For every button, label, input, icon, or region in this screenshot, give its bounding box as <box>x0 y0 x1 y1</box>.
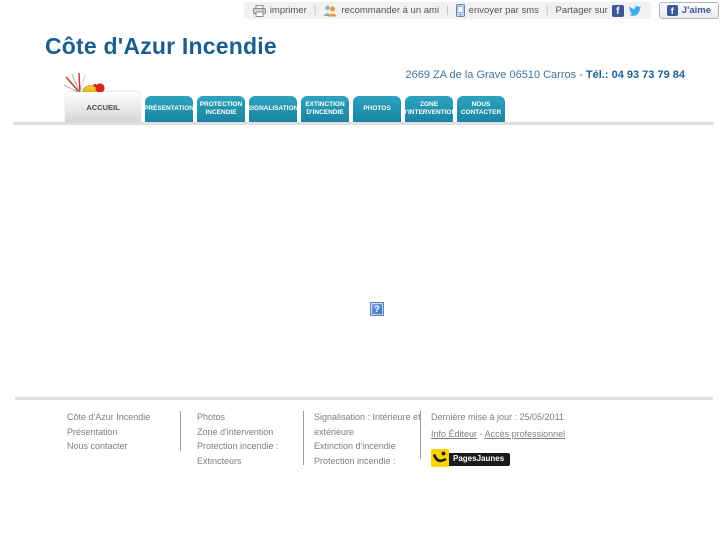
tab-signalisation[interactable]: SIGNALISATION <box>249 96 297 122</box>
last-update-text: Dernière mise à jour : 25/05/2011 <box>431 410 621 425</box>
footer-legal-links: Info Éditeur - Accès professionnel <box>431 427 621 442</box>
footer-link[interactable]: Signalisation : Intérieure et extérieure <box>314 410 426 439</box>
tab-zone-intervention[interactable]: ZONE D'INTERVENTION <box>405 96 453 122</box>
tab-photos[interactable]: PHOTOS <box>353 96 401 122</box>
toolbar-separator: | <box>446 5 449 16</box>
footer-link[interactable]: Nous contacter <box>67 439 175 454</box>
footer-column-divider <box>420 411 421 459</box>
address-text: 2669 ZA de la Grave 06510 Carros <box>406 69 577 81</box>
pages-jaunes-logo[interactable]: PagesJaunes <box>431 449 621 467</box>
sms-button[interactable]: envoyer par sms <box>456 4 539 17</box>
pro-access-link[interactable]: Accès professionnel <box>485 429 566 439</box>
print-label: imprimer <box>270 5 307 16</box>
recommend-button[interactable]: recommander à un ami <box>323 5 439 17</box>
address-separator: - <box>579 69 583 81</box>
page: imprimer | recommander à un ami | <box>0 0 727 545</box>
footer-column-3: Signalisation : Intérieure et extérieure… <box>314 410 426 468</box>
tab-protection-incendie[interactable]: PROTECTION INCENDIE <box>197 96 245 122</box>
footer-link[interactable]: Zone d'intervention <box>197 425 299 440</box>
mobile-phone-icon <box>456 4 465 17</box>
link-separator: - <box>480 429 483 439</box>
footer-column-4: Dernière mise à jour : 25/05/2011 Info É… <box>431 410 621 467</box>
printer-icon <box>253 5 266 17</box>
footer-column-1: Côte d'Azur Incendie Présentation Nous c… <box>67 410 175 454</box>
footer-link[interactable]: Protection incendie : <box>314 454 426 469</box>
toolbar-separator: | <box>314 5 317 16</box>
pages-jaunes-smiley-icon <box>431 449 449 467</box>
footer-column-divider <box>303 411 304 465</box>
facebook-like-button[interactable]: f J'aime <box>659 2 719 19</box>
tab-presentation[interactable]: PRÉSENTATION <box>145 96 193 122</box>
footer-link[interactable]: Côte d'Azur Incendie <box>67 410 175 425</box>
share-toolgroup: imprimer | recommander à un ami | <box>244 2 651 19</box>
people-icon <box>323 5 337 17</box>
sms-label: envoyer par sms <box>469 5 539 16</box>
footer-link[interactable]: Présentation <box>67 425 175 440</box>
tab-accueil[interactable]: ACCUEIL <box>65 92 141 122</box>
share-toolbar: imprimer | recommander à un ami | <box>244 2 719 19</box>
facebook-share-icon[interactable]: f <box>612 5 624 17</box>
footer-link[interactable]: Extincteurs <box>197 454 299 469</box>
share-label: Partager sur <box>556 5 608 16</box>
footer-divider <box>15 397 713 400</box>
tab-nous-contacter[interactable]: NOUS CONTACTER <box>457 96 505 122</box>
footer-column-2: Photos Zone d'intervention Protection in… <box>197 410 299 468</box>
footer-link[interactable]: Protection incendie : <box>197 439 299 454</box>
broken-image-icon[interactable]: ? <box>370 302 384 316</box>
twitter-share-icon[interactable] <box>628 5 642 17</box>
like-label: J'aime <box>682 5 711 16</box>
recommend-label: recommander à un ami <box>341 5 439 16</box>
print-button[interactable]: imprimer <box>253 5 307 17</box>
pages-jaunes-label: PagesJaunes <box>445 453 510 466</box>
address-line: 2669 ZA de la Grave 06510 Carros - Tél.:… <box>406 69 685 81</box>
tab-extinction-incendie[interactable]: EXTINCTION D'INCENDIE <box>301 96 349 122</box>
page-title: Côte d'Azur Incendie <box>45 33 277 60</box>
share-on-group: Partager sur f <box>556 5 642 17</box>
footer-link[interactable]: Photos <box>197 410 299 425</box>
toolbar-separator: | <box>546 5 549 16</box>
header-divider <box>13 122 714 125</box>
footer-link[interactable]: Extinction d'incendie <box>314 439 426 454</box>
info-editor-link[interactable]: Info Éditeur <box>431 429 477 439</box>
footer-column-divider <box>180 411 181 451</box>
phone-number: Tél.: 04 93 73 79 84 <box>586 69 685 81</box>
facebook-icon: f <box>667 5 678 16</box>
main-navigation: ACCUEIL PRÉSENTATION PROTECTION INCENDIE… <box>65 92 505 122</box>
